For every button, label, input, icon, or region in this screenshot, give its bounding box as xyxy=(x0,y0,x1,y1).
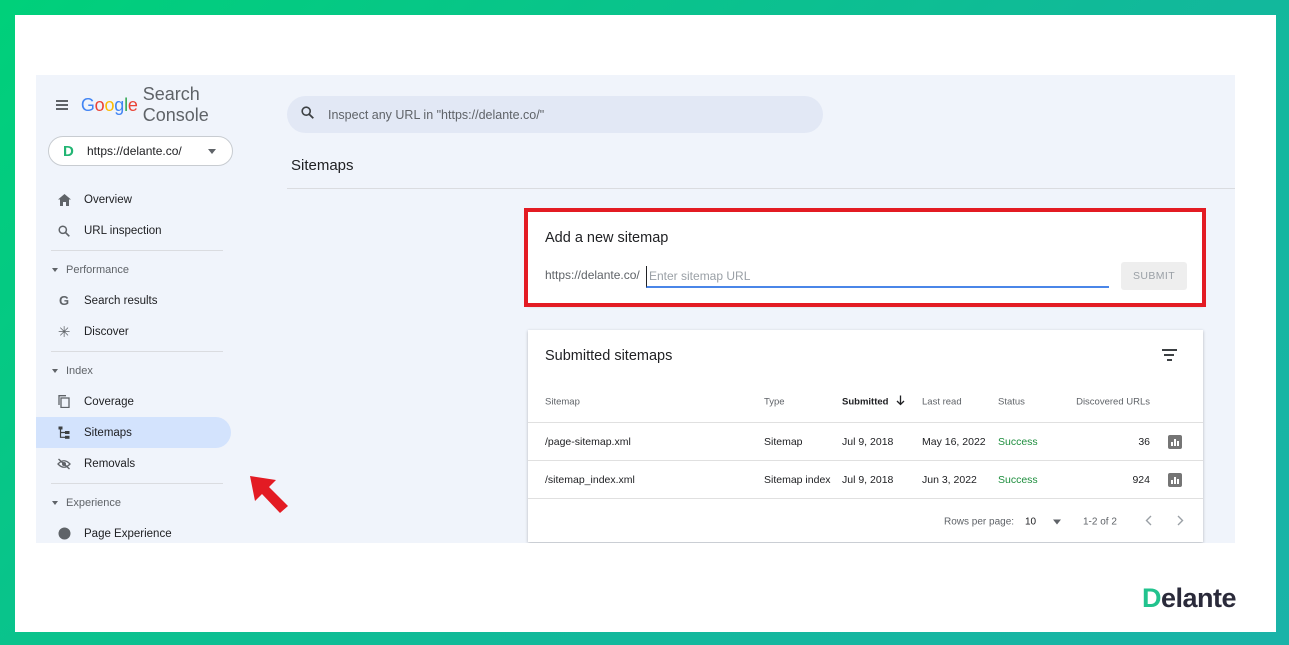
url-inspect-search[interactable]: Inspect any URL in "https://delante.co/" xyxy=(287,96,823,133)
nav-label: Overview xyxy=(84,193,132,206)
pagination: Rows per page: 10 1-2 of 2 xyxy=(528,507,1203,537)
google-letter: g xyxy=(114,94,125,115)
nav-item-coverage[interactable]: Coverage xyxy=(36,386,251,417)
property-url: https://delante.co/ xyxy=(87,144,182,158)
cell-type: Sitemap xyxy=(764,435,803,448)
submitted-sitemaps-card: Submitted sitemaps Sitemap Type Submitte… xyxy=(528,330,1203,542)
rows-per-page-value: 10 xyxy=(1025,516,1037,528)
rows-per-page-label: Rows per page: xyxy=(944,516,1015,528)
google-g-icon: G xyxy=(58,293,70,308)
nav-label: Page Experience xyxy=(84,527,172,540)
section-label: Experience xyxy=(66,497,122,509)
nav-section-index[interactable]: Index xyxy=(36,356,251,386)
delante-logo-d: D xyxy=(1142,583,1162,613)
search-placeholder: Inspect any URL in "https://delante.co/" xyxy=(328,107,545,122)
col-type[interactable]: Type xyxy=(764,397,785,408)
delante-logo: Delante xyxy=(1142,583,1237,614)
red-arrow-annotation xyxy=(250,476,288,513)
filter-icon[interactable] xyxy=(1161,349,1177,361)
delante-logo-text: elante xyxy=(1161,583,1237,613)
chevron-left-icon[interactable] xyxy=(1145,515,1152,529)
copy-icon xyxy=(57,395,71,409)
page-title: Sitemaps xyxy=(291,157,354,174)
submitted-sitemaps-title: Submitted sitemaps xyxy=(545,348,673,364)
nav-item-search-results[interactable]: G Search results xyxy=(36,285,251,316)
col-discovered-urls[interactable]: Discovered URLs xyxy=(1076,397,1150,408)
nav-item-overview[interactable]: Overview xyxy=(36,184,251,215)
nav-item-url-inspection[interactable]: URL inspection xyxy=(36,215,251,246)
search-icon xyxy=(301,105,314,124)
home-icon xyxy=(57,193,71,207)
nav-item-page-experience[interactable]: Page Experience xyxy=(36,518,251,543)
nav-item-discover[interactable]: ✳ Discover xyxy=(36,316,251,347)
cell-last-read: May 16, 2022 xyxy=(922,435,986,448)
nav-item-sitemaps[interactable]: Sitemaps xyxy=(36,417,231,448)
cell-sitemap: /sitemap_index.xml xyxy=(545,473,635,486)
nav-section-performance[interactable]: Performance xyxy=(36,255,251,285)
status-badge: Success xyxy=(998,473,1038,486)
product-name: Search Console xyxy=(142,84,209,125)
table-header: Sitemap Type Submitted Last read Status … xyxy=(528,382,1203,423)
menu-icon[interactable] xyxy=(56,100,68,110)
chevron-down-icon xyxy=(1052,519,1061,525)
collapse-icon xyxy=(52,369,58,373)
collapse-icon xyxy=(52,501,58,505)
brand: G o o g l e Search Console xyxy=(56,84,251,125)
search-console-app: G o o g l e Search Console D https://del… xyxy=(36,75,1235,543)
bar-chart-icon[interactable] xyxy=(1168,472,1182,487)
nav-item-removals[interactable]: Removals xyxy=(36,448,251,479)
collapse-icon xyxy=(52,268,58,272)
section-label: Index xyxy=(66,365,93,377)
sitemaps-table: Sitemap Type Submitted Last read Status … xyxy=(528,382,1203,499)
divider xyxy=(51,250,223,251)
nav-label: Coverage xyxy=(84,395,134,408)
asterisk-icon: ✳ xyxy=(57,323,71,341)
google-logo: G o o g l e xyxy=(81,95,138,116)
nav-label: Removals xyxy=(84,457,136,470)
nav-section-experience[interactable]: Experience xyxy=(36,488,251,518)
divider xyxy=(287,188,1235,189)
nav-label: URL inspection xyxy=(84,224,162,237)
cell-sitemap: /page-sitemap.xml xyxy=(545,435,631,448)
table-row[interactable]: /page-sitemap.xml Sitemap Jul 9, 2018 Ma… xyxy=(528,423,1203,461)
section-label: Performance xyxy=(66,264,129,276)
cell-submitted: Jul 9, 2018 xyxy=(842,473,894,486)
col-submitted[interactable]: Submitted xyxy=(842,395,905,409)
sidebar: G o o g l e Search Console D https://del… xyxy=(36,75,251,543)
property-logo-icon: D xyxy=(63,142,74,160)
divider xyxy=(51,351,223,352)
google-letter: G xyxy=(80,94,95,115)
google-letter: o xyxy=(94,94,105,115)
col-status[interactable]: Status xyxy=(998,397,1025,408)
bar-chart-icon[interactable] xyxy=(1168,434,1182,449)
divider xyxy=(51,483,223,484)
col-submitted-label: Submitted xyxy=(842,396,889,408)
google-letter: e xyxy=(127,94,138,115)
nav-label: Discover xyxy=(84,325,129,338)
chevron-right-icon[interactable] xyxy=(1177,515,1184,529)
arrow-down-icon xyxy=(896,395,905,409)
sitemap-icon xyxy=(57,426,71,440)
nav-label: Search results xyxy=(84,294,158,307)
highlight-box xyxy=(524,208,1206,307)
cell-submitted: Jul 9, 2018 xyxy=(842,435,894,448)
col-last-read[interactable]: Last read xyxy=(922,397,962,408)
nav-label: Sitemaps xyxy=(84,426,132,439)
nav: Overview URL inspection Performance G Se… xyxy=(36,184,251,543)
cell-discovered-urls: 36 xyxy=(1138,435,1150,448)
property-selector[interactable]: D https://delante.co/ xyxy=(48,136,233,166)
chevron-down-icon xyxy=(208,148,216,154)
search-icon xyxy=(57,224,71,238)
eye-off-icon xyxy=(57,457,71,471)
cell-discovered-urls: 924 xyxy=(1132,473,1150,486)
page-range: 1-2 of 2 xyxy=(1083,516,1117,528)
cell-type: Sitemap index xyxy=(764,473,831,486)
gauge-icon xyxy=(57,527,71,541)
col-sitemap[interactable]: Sitemap xyxy=(545,397,580,408)
rows-per-page-select[interactable]: 10 xyxy=(1025,517,1061,528)
status-badge: Success xyxy=(998,435,1038,448)
table-row[interactable]: /sitemap_index.xml Sitemap index Jul 9, … xyxy=(528,461,1203,499)
cell-last-read: Jun 3, 2022 xyxy=(922,473,977,486)
google-letter: o xyxy=(104,94,115,115)
